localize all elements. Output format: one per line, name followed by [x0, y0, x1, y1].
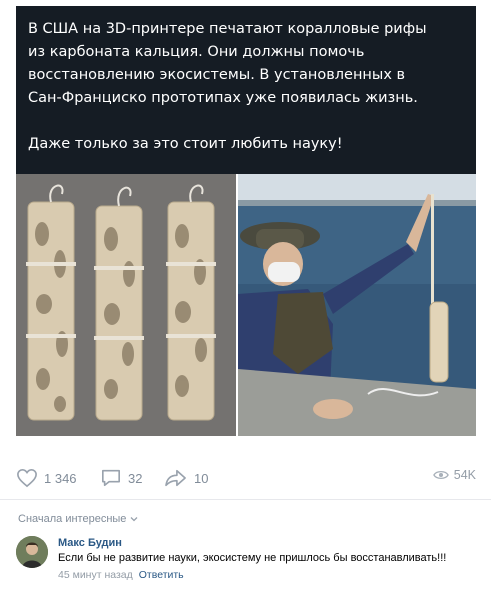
avatar-image	[16, 536, 48, 568]
chevron-down-icon	[130, 517, 138, 522]
scientist-with-reef-photo[interactable]	[238, 174, 476, 436]
share-count: 10	[194, 470, 209, 486]
scientist-on-boat-illustration	[238, 174, 476, 436]
comment-meta: 45 минут назад Ответить	[58, 569, 184, 581]
like-button[interactable]: 1 346	[16, 468, 77, 488]
post-text-line: из карбоната кальция. Они должны помочь	[28, 44, 365, 60]
coral-reef-modules-photo[interactable]	[16, 174, 236, 436]
comment-count: 32	[128, 470, 143, 486]
post-text: В США на 3D-принтере печатают коралловые…	[16, 6, 476, 174]
like-count: 1 346	[44, 470, 77, 486]
views-counter: 54K	[432, 468, 476, 482]
view-count: 54K	[453, 468, 476, 482]
coral-modules-illustration	[16, 174, 236, 436]
share-button[interactable]: 10	[164, 468, 208, 488]
comment-item: Макс Будин Если бы не развитие науки, эк…	[16, 536, 476, 586]
avatar[interactable]	[16, 536, 48, 568]
post-actions-bar: 1 346 32 10 54K	[16, 462, 476, 492]
post-text-line: Сан-Франциско прототипах уже появилась ж…	[28, 90, 418, 106]
post-text-line: В США на 3D-принтере печатают коралловые…	[28, 21, 427, 37]
post-text-line: восстановлению экосистемы. В установленн…	[28, 67, 406, 83]
comment-time[interactable]: 45 минут назад	[58, 569, 133, 581]
heart-icon	[17, 468, 37, 488]
post-tagline: Даже только за это стоит любить науку!	[28, 136, 343, 152]
comment-button[interactable]: 32	[100, 468, 142, 488]
share-icon	[165, 469, 186, 487]
eye-icon	[432, 471, 449, 479]
section-divider	[0, 499, 491, 500]
comment-author[interactable]: Макс Будин	[58, 537, 122, 549]
reply-button[interactable]: Ответить	[139, 569, 184, 581]
comments-sort-dropdown[interactable]: Сначала интересные	[18, 513, 138, 525]
comment-icon	[102, 469, 120, 487]
comment-text: Если бы не развитие науки, экосистему не…	[58, 552, 447, 564]
comments-sort-label: Сначала интересные	[18, 513, 127, 525]
